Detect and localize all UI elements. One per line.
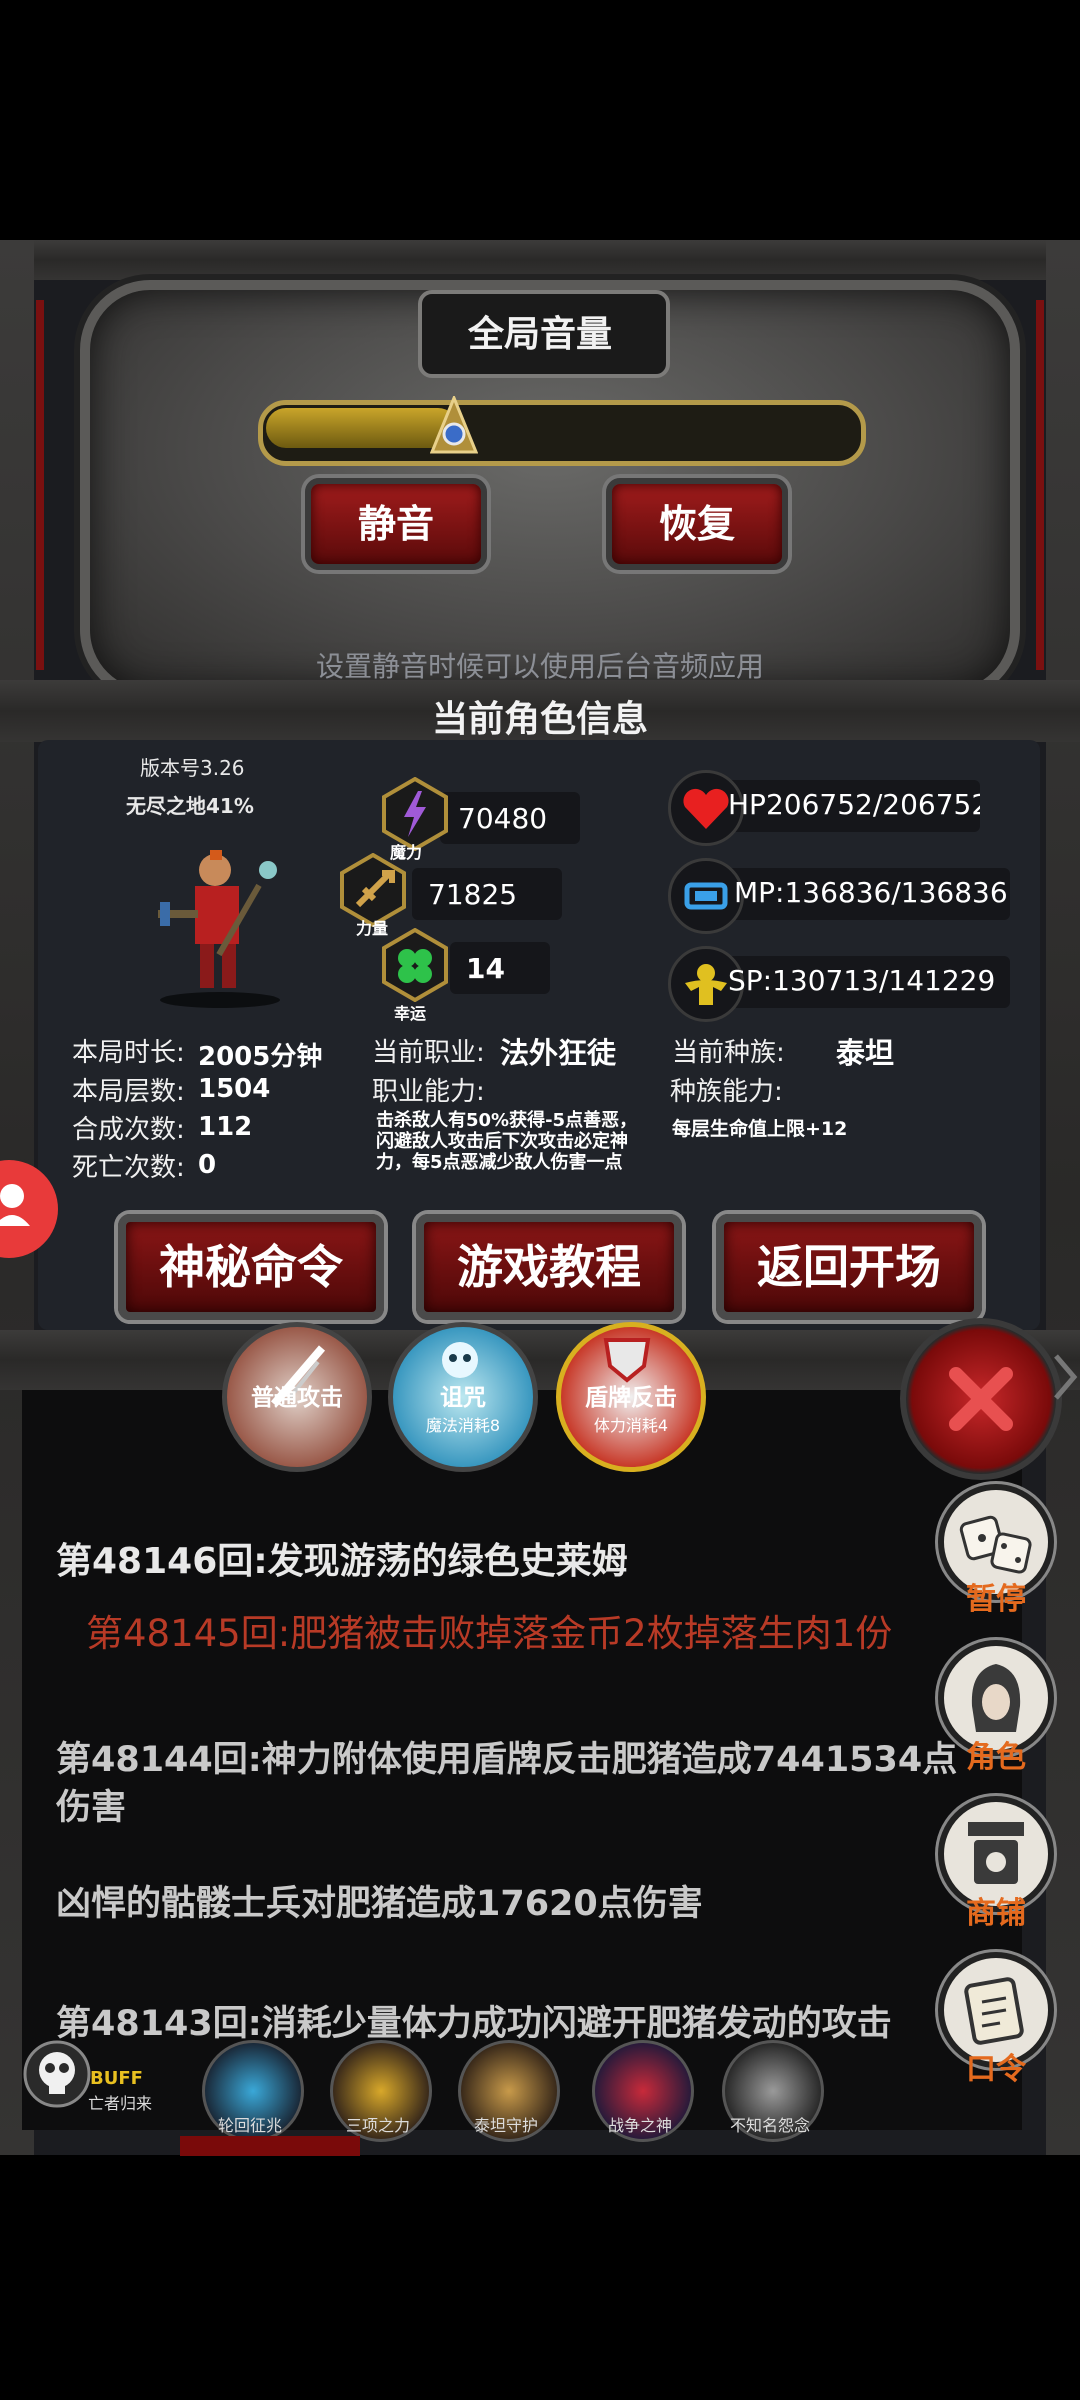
- pause-label: 暂停: [966, 1582, 1026, 1617]
- stat-value-crafts: 112: [198, 1112, 253, 1142]
- stat-label-floors: 本局层数:: [72, 1077, 185, 1107]
- frame-red-accent-right: [1036, 300, 1044, 670]
- command-label: 口令: [966, 2052, 1026, 2087]
- job-label: 当前职业:: [372, 1038, 485, 1068]
- skill-curse-cost: 魔法消耗8: [425, 1416, 501, 1435]
- skill-normal-attack-label: 普通攻击: [251, 1385, 343, 1411]
- stat-value-duration: 2005分钟: [198, 1042, 323, 1072]
- job-value: 法外狂徒: [500, 1036, 617, 1070]
- buff-name: 泰坦守护: [473, 2116, 538, 2135]
- bottom-red-strip: [180, 2136, 360, 2156]
- race-ability-desc: 每层生命值上限+12: [672, 1118, 848, 1140]
- buff-name: 战争之神: [607, 2116, 672, 2135]
- mute-button[interactable]: 静音: [305, 478, 487, 570]
- hp-value: HP206752/206752: [728, 788, 980, 821]
- stat-value-deaths: 0: [198, 1150, 217, 1180]
- log-line: 凶悍的骷髅士兵对肥猪造成17620点伤害: [56, 1884, 703, 1924]
- race-value: 泰坦: [836, 1036, 895, 1070]
- skill-shield-counter-label: 盾牌反击: [585, 1385, 677, 1411]
- skull-icon: [23, 2040, 91, 2108]
- character-label: 角色: [966, 1740, 1026, 1775]
- stat-label-crafts: 合成次数:: [72, 1115, 185, 1145]
- close-icon: [949, 1367, 1013, 1431]
- buff-sub-label: 亡者归来: [88, 2094, 153, 2113]
- sp-value: SP:130713/141229: [728, 964, 996, 997]
- race-label: 当前种族:: [672, 1038, 785, 1068]
- skill-curse-label: 诅咒: [440, 1385, 486, 1411]
- buff-name: 三项之力: [345, 2116, 410, 2135]
- skill-shield-counter-cost: 体力消耗4: [593, 1416, 669, 1435]
- strength-value: 71825: [428, 878, 518, 911]
- buff-name: 轮回征兆: [217, 2116, 282, 2135]
- log-line: 第48146回:发现游荡的绿色史莱姆: [56, 1541, 628, 1582]
- stat-label-duration: 本局时长:: [72, 1038, 185, 1068]
- log-line: 第48145回:肥猪被击败掉落金币2枚掉落生肉1份: [86, 1612, 893, 1655]
- close-button[interactable]: [900, 1318, 1062, 1480]
- zone-progress: 无尽之地41%: [126, 794, 254, 818]
- job-ability-desc: 击杀敌人有50%获得-5点善恶，闪避敌人攻击后下次攻击必定神力，每5点恶减少敌人…: [376, 1110, 638, 1173]
- tutorial-button[interactable]: 游戏教程: [416, 1214, 682, 1320]
- luck-value: 14: [466, 952, 505, 985]
- shield-icon: [603, 1338, 651, 1383]
- mana-icon: [668, 858, 744, 934]
- profile-float-button[interactable]: [0, 1160, 58, 1258]
- restore-button[interactable]: 恢复: [606, 478, 788, 570]
- volume-title: 全局音量: [467, 314, 612, 355]
- mp-value: MP:136836/136836: [734, 876, 1008, 909]
- chevron-right-icon[interactable]: [1052, 1352, 1080, 1402]
- volume-slider-knob[interactable]: [430, 396, 478, 460]
- luck-label: 幸运: [394, 1004, 427, 1023]
- job-ability-label: 职业能力:: [372, 1077, 485, 1107]
- clover-icon: [382, 928, 448, 1002]
- magic-value: 70480: [458, 802, 548, 835]
- frame-red-accent-left: [36, 300, 44, 670]
- buff-name: 不知名怨念: [729, 2116, 810, 2135]
- frame-top-border: [0, 240, 1080, 280]
- stat-label-deaths: 死亡次数:: [72, 1153, 185, 1183]
- shop-label: 商铺: [966, 1896, 1026, 1931]
- back-to-start-button[interactable]: 返回开场: [716, 1214, 982, 1320]
- user-icon: [0, 1184, 30, 1226]
- version-label: 版本号3.26: [140, 756, 245, 780]
- character-sprite: [158, 850, 280, 1008]
- buff-skull-button[interactable]: [22, 2036, 92, 2112]
- race-ability-label: 种族能力:: [670, 1077, 783, 1107]
- secret-command-button[interactable]: 神秘命令: [118, 1214, 384, 1320]
- volume-hint: 设置静音时候可以使用后台音频应用: [315, 650, 764, 683]
- stat-value-floors: 1504: [198, 1074, 271, 1104]
- buff-label: BUFF: [90, 2068, 143, 2089]
- log-line: 第48144回:神力附体使用盾牌反击肥猪造成7441534点伤害: [56, 1740, 958, 1828]
- character-section-title: 当前角色信息: [431, 699, 648, 740]
